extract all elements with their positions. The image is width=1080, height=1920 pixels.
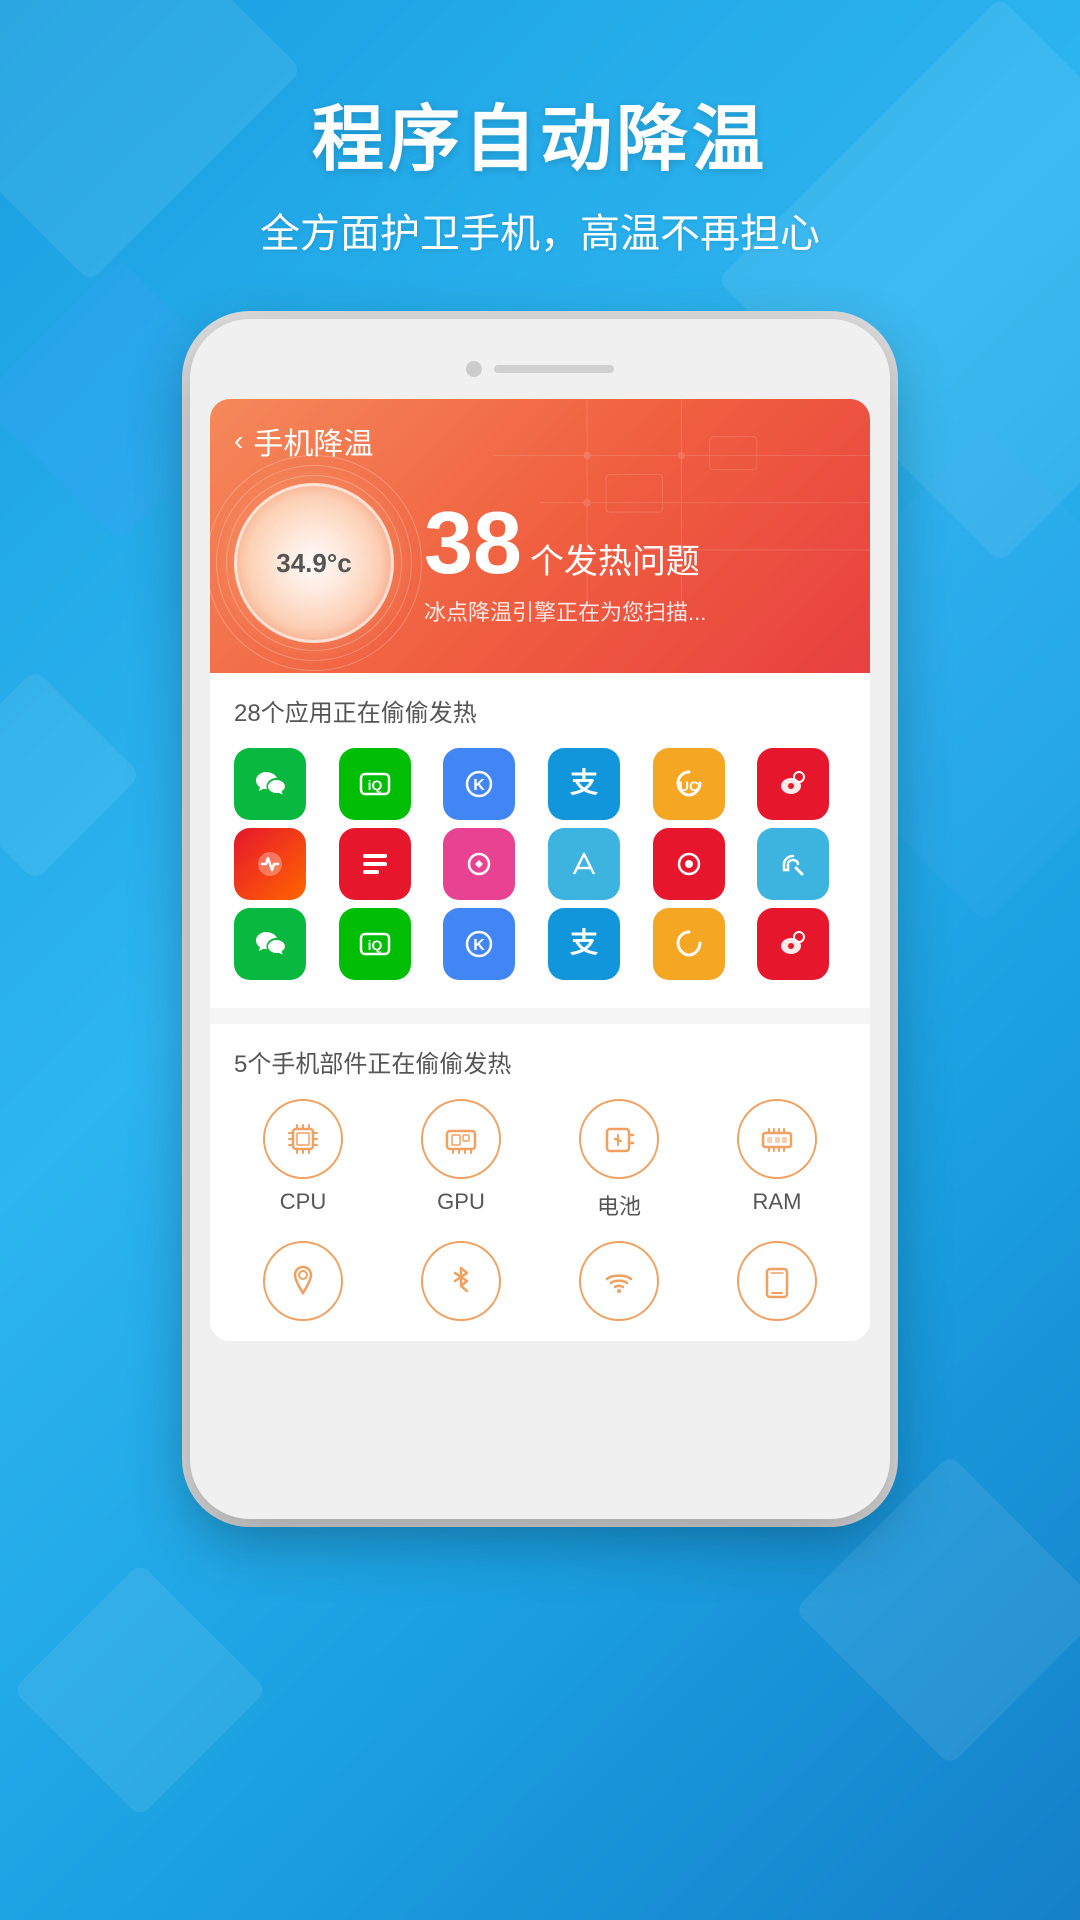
component-screen (708, 1241, 846, 1321)
app-header: ‹ 手机降温 34.9°c (210, 399, 870, 673)
svg-text:iQ: iQ (367, 777, 382, 793)
wifi-icon-circle (579, 1241, 659, 1321)
app-icon-alipay[interactable]: 支 (548, 748, 620, 820)
phone-screen: ‹ 手机降温 34.9°c (210, 399, 870, 1341)
temperature-circle: 34.9°c (234, 483, 394, 643)
temperature-value: 34.9°c (276, 548, 351, 579)
location-icon-circle (263, 1241, 343, 1321)
phone-camera (466, 361, 482, 377)
svg-text:UC: UC (679, 778, 699, 794)
svg-text:iQ: iQ (367, 937, 382, 953)
issue-label: 个发热问题 (530, 534, 700, 583)
ram-icon-circle (737, 1099, 817, 1179)
component-gpu: GPU (392, 1099, 530, 1221)
app-icon-uc-2[interactable] (653, 908, 725, 980)
app-icon-meipai[interactable] (443, 828, 515, 900)
app-icon-kuaikan[interactable]: K (443, 748, 515, 820)
phone-mockup: ‹ 手机降温 34.9°c (190, 319, 890, 1519)
components-section: 5个手机部件正在偷偷发热 (210, 1024, 870, 1341)
apps-section-title: 28个应用正在偷偷发热 (234, 693, 846, 728)
app-icon-toutiao[interactable] (339, 828, 411, 900)
svg-text:支: 支 (570, 927, 598, 958)
app-icon-alipay-2[interactable]: 支 (548, 908, 620, 980)
bluetooth-icon-circle (421, 1241, 501, 1321)
app-icon-iqiyi[interactable]: iQ (339, 748, 411, 820)
app-header-content: 34.9°c 38 个发热问题 冰点降温引擎正在为您扫描... (234, 483, 846, 643)
svg-text:支: 支 (570, 767, 598, 798)
component-location (234, 1241, 372, 1321)
apps-row-2 (234, 828, 846, 900)
gpu-icon-circle (421, 1099, 501, 1179)
apps-row-1: iQ K 支 UC (234, 748, 846, 820)
app-icon-weibo[interactable] (757, 748, 829, 820)
battery-icon (597, 1117, 641, 1161)
phone-notch (210, 349, 870, 389)
components-section-title: 5个手机部件正在偷偷发热 (234, 1044, 846, 1079)
app-icon-iqiyi-2[interactable]: iQ (339, 908, 411, 980)
wifi-icon (597, 1259, 641, 1303)
page-header: 程序自动降温 全方面护卫手机，高温不再担心 (0, 0, 1080, 259)
app-icon-health[interactable] (234, 828, 306, 900)
app-icon-wechat-2[interactable] (234, 908, 306, 980)
gpu-icon (439, 1117, 483, 1161)
ram-label: RAM (753, 1189, 802, 1215)
battery-label: 电池 (597, 1189, 641, 1221)
component-battery: 电池 (550, 1099, 688, 1221)
app-icon-weibo-2[interactable] (757, 908, 829, 980)
location-icon (281, 1259, 325, 1303)
cpu-icon (281, 1117, 325, 1161)
screen-icon (755, 1259, 799, 1303)
components-row-2 (234, 1241, 846, 1321)
component-bluetooth (392, 1241, 530, 1321)
svg-text:K: K (474, 777, 486, 794)
ram-icon (755, 1117, 799, 1161)
cpu-icon-circle (263, 1099, 343, 1179)
app-icon-netease-music[interactable] (653, 828, 725, 900)
back-arrow-icon[interactable]: ‹ (234, 425, 243, 457)
page-title: 程序自动降温 (0, 80, 1080, 185)
bg-shape (13, 1563, 268, 1818)
scan-description: 冰点降温引擎正在为您扫描... (424, 595, 706, 627)
component-wifi (550, 1241, 688, 1321)
app-icon-uc[interactable]: UC (653, 748, 725, 820)
phone-mockup-container: ‹ 手机降温 34.9°c (0, 319, 1080, 1519)
app-icon-kuaikan-2[interactable]: K (443, 908, 515, 980)
page-subtitle: 全方面护卫手机，高温不再担心 (0, 201, 1080, 259)
svg-text:K: K (474, 937, 486, 954)
app-icon-sogou[interactable] (757, 828, 829, 900)
app-icon-wechat[interactable] (234, 748, 306, 820)
temp-circle-inner: 34.9°c (234, 483, 394, 643)
apps-row-3: iQ K 支 (234, 908, 846, 980)
component-ram: RAM (708, 1099, 846, 1221)
issue-info: 38 个发热问题 冰点降温引擎正在为您扫描... (424, 499, 706, 627)
component-cpu: CPU (234, 1099, 372, 1221)
apps-section: 28个应用正在偷偷发热 iQ K 支 UC (210, 673, 870, 1008)
issue-count: 38 (424, 499, 522, 587)
components-row-1: CPU (234, 1099, 846, 1221)
cpu-label: CPU (280, 1189, 326, 1215)
battery-icon-circle (579, 1099, 659, 1179)
app-icon-amap[interactable] (548, 828, 620, 900)
phone-speaker (494, 365, 614, 373)
bluetooth-icon (439, 1259, 483, 1303)
gpu-label: GPU (437, 1189, 485, 1215)
screen-icon-circle (737, 1241, 817, 1321)
